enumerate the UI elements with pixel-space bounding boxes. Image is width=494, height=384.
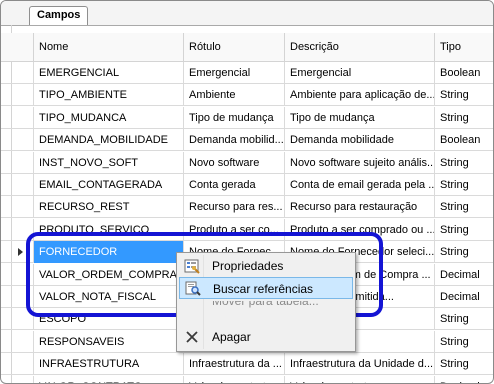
- row-selector[interactable]: [1, 331, 33, 353]
- row-selector[interactable]: [1, 219, 33, 241]
- cell-descricao[interactable]: Tipo de mudança: [284, 106, 434, 129]
- cell-nome[interactable]: TIPO_MUDANCA: [33, 106, 183, 129]
- cell-rotulo[interactable]: Valor do contrato: [183, 375, 284, 383]
- tab-campos[interactable]: Campos: [29, 6, 89, 25]
- cell-nome[interactable]: PRODUTO_SERVICO: [33, 218, 183, 241]
- cell-nome[interactable]: ESCOPO: [33, 308, 183, 331]
- table-row[interactable]: RECURSO_REST Recurso para res... Recurso p…: [33, 196, 493, 219]
- table-row[interactable]: DEMANDA_MOBILIDADE Demanda mobilid... Dema…: [33, 129, 493, 152]
- cell-tipo[interactable]: String: [434, 84, 493, 107]
- cell-tipo[interactable]: String: [434, 196, 493, 219]
- table-row[interactable]: INFRAESTRUTURA Infraestrutura da ... Infra…: [33, 353, 493, 376]
- cell-nome[interactable]: EMAIL_CONTAGERADA: [33, 174, 183, 196]
- cell-nome[interactable]: RESPONSAVEIS: [33, 330, 183, 353]
- column-header-rotulo[interactable]: Rótulo: [183, 33, 284, 61]
- cell-rotulo[interactable]: Conta gerada: [183, 174, 284, 196]
- row-selector[interactable]: [1, 353, 33, 376]
- row-selector[interactable]: [1, 196, 33, 219]
- cell-tipo[interactable]: Decimal: [434, 375, 493, 383]
- menu-item-propriedades[interactable]: Propriedades: [179, 255, 353, 277]
- row-selector[interactable]: [1, 107, 33, 129]
- row-selector[interactable]: [1, 264, 33, 286]
- cell-nome[interactable]: VALOR_CONTRATO: [33, 375, 183, 383]
- cell-rotulo[interactable]: Demanda mobilid...: [183, 129, 284, 152]
- menu-item-apagar[interactable]: Apagar: [179, 326, 353, 348]
- column-header-descricao[interactable]: Descrição: [284, 33, 434, 61]
- cell-tipo[interactable]: String: [434, 353, 493, 376]
- delete-icon: [184, 329, 200, 345]
- menu-item-mover-para-tabela[interactable]: Mover para tabela...: [179, 301, 353, 319]
- current-row-arrow-icon: [18, 248, 23, 257]
- row-selector[interactable]: [1, 152, 33, 174]
- cell-rotulo[interactable]: Novo software: [183, 151, 284, 174]
- cell-tipo[interactable]: String: [434, 308, 493, 331]
- cell-tipo[interactable]: String: [434, 330, 493, 353]
- cell-rotulo[interactable]: Emergencial: [183, 62, 284, 84]
- cell-descricao[interactable]: Conta de email gerada pela ...: [284, 174, 434, 196]
- column-header-tipo[interactable]: Tipo: [434, 33, 493, 61]
- menu-item-label: Propriedades: [212, 259, 284, 273]
- table-row[interactable]: EMAIL_CONTAGERADA Conta gerada Conta de em…: [33, 174, 493, 196]
- cell-nome[interactable]: VALOR_ORDEM_COMPRA: [33, 263, 183, 286]
- cell-nome[interactable]: RECURSO_REST: [33, 196, 183, 219]
- menu-item-label: Apagar: [212, 330, 251, 344]
- properties-icon: [184, 258, 200, 274]
- column-header-nome[interactable]: Nome: [33, 33, 183, 61]
- row-selector[interactable]: [1, 84, 33, 107]
- table-row[interactable]: INST_NOVO_SOFT Novo software Novo software…: [33, 151, 493, 174]
- cell-rotulo[interactable]: Infraestrutura da ...: [183, 353, 284, 376]
- cell-tipo[interactable]: String: [434, 106, 493, 129]
- menu-item-buscar-referencias[interactable]: Buscar referências: [179, 277, 353, 299]
- row-selector[interactable]: [1, 308, 33, 331]
- cell-tipo[interactable]: String: [434, 174, 493, 196]
- row-selector[interactable]: [1, 174, 33, 196]
- cell-descricao[interactable]: Novo software sujeito anális...: [284, 151, 434, 174]
- table-row[interactable]: TIPO_AMBIENTE Ambiente Ambiente para aplic…: [33, 84, 493, 107]
- cell-rotulo[interactable]: Ambiente: [183, 84, 284, 107]
- row-selector[interactable]: [1, 286, 33, 308]
- table-row[interactable]: PRODUTO_SERVICO Produto a ser co... Produt…: [33, 218, 493, 241]
- cell-descricao[interactable]: Infraestrutura da Unidade d...: [284, 353, 434, 376]
- search-references-icon: [185, 281, 201, 297]
- table-row[interactable]: EMERGENCIAL Emergencial Emergencial Boolean: [33, 62, 493, 84]
- cell-rotulo[interactable]: Recurso para res...: [183, 196, 284, 219]
- cell-descricao[interactable]: Demanda mobilidade: [284, 129, 434, 152]
- cell-nome[interactable]: DEMANDA_MOBILIDADE: [33, 129, 183, 152]
- tab-strip: Campos: [1, 1, 493, 26]
- cell-tipo[interactable]: Decimal: [434, 263, 493, 286]
- table-row[interactable]: TIPO_MUDANCA Tipo de mudança Tipo de mudan…: [33, 106, 493, 129]
- cell-nome[interactable]: FORNECEDOR: [33, 241, 183, 264]
- menu-item-label: Mover para tabela...: [212, 301, 319, 308]
- grid-header: Nome Rótulo Descrição Tipo: [1, 33, 493, 62]
- cell-descricao[interactable]: Valor do contrato: [284, 375, 434, 383]
- row-selector[interactable]: [1, 129, 33, 152]
- cell-nome[interactable]: TIPO_AMBIENTE: [33, 84, 183, 107]
- row-selector[interactable]: [1, 62, 33, 84]
- cell-tipo[interactable]: String: [434, 241, 493, 264]
- cell-tipo[interactable]: Boolean: [434, 62, 493, 84]
- cell-tipo[interactable]: Boolean: [434, 129, 493, 152]
- table-row[interactable]: VALOR_CONTRATOValor do contratoValor do …: [33, 375, 493, 383]
- cell-nome[interactable]: INST_NOVO_SOFT: [33, 151, 183, 174]
- fields-window: Campos Nome Rótulo Descrição Tipo EMERGE…: [0, 0, 494, 384]
- cell-descricao[interactable]: Emergencial: [284, 62, 434, 84]
- cell-rotulo[interactable]: Produto a ser co...: [183, 218, 284, 241]
- cell-descricao[interactable]: Produto a ser comprado ou ...: [284, 218, 434, 241]
- cell-nome[interactable]: EMERGENCIAL: [33, 62, 183, 84]
- cell-descricao[interactable]: Recurso para restauração: [284, 196, 434, 219]
- cell-nome[interactable]: VALOR_NOTA_FISCAL: [33, 286, 183, 308]
- row-selector[interactable]: [1, 241, 33, 264]
- cell-tipo[interactable]: String: [434, 151, 493, 174]
- cell-tipo[interactable]: String: [434, 218, 493, 241]
- cell-nome[interactable]: INFRAESTRUTURA: [33, 353, 183, 376]
- context-menu: Propriedades Buscar referências Mover pa…: [176, 252, 356, 352]
- row-selector[interactable]: [1, 376, 33, 383]
- menu-item-label: Buscar referências: [213, 282, 314, 296]
- cell-descricao[interactable]: Ambiente para aplicação de...: [284, 84, 434, 107]
- cell-rotulo[interactable]: Tipo de mudança: [183, 106, 284, 129]
- cell-tipo[interactable]: Decimal: [434, 286, 493, 308]
